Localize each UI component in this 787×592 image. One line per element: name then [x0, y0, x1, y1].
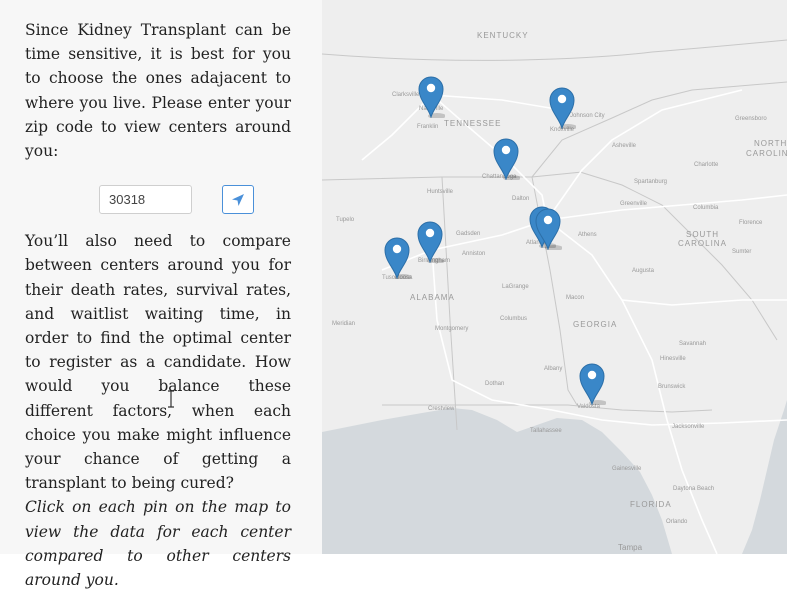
label-charlotte: Charlotte — [694, 162, 719, 168]
map-marker-icon — [535, 208, 562, 250]
info-sidebar: Since Kidney Transplant can be time sens… — [0, 0, 322, 589]
label-florida: FLORIDA — [630, 500, 672, 509]
label-franklin: Franklin — [417, 124, 438, 130]
label-south-carolina-1: SOUTH — [686, 230, 719, 239]
label-georgia: GEORGIA — [573, 320, 617, 329]
zip-search-row: 30318 — [25, 163, 291, 229]
label-athens: Athens — [578, 232, 597, 238]
label-sumter: Sumter — [732, 249, 751, 255]
label-gainesville: Gainesville — [612, 466, 642, 472]
locate-button[interactable] — [222, 185, 254, 215]
label-tallahassee: Tallahassee — [530, 428, 562, 434]
label-lagrange: LaGrange — [502, 284, 529, 290]
label-hinesville: Hinesville — [660, 356, 686, 362]
instruction-text: Click on each pin on the map to view the… — [25, 498, 291, 590]
label-dothan: Dothan — [485, 381, 504, 387]
label-daytona: Daytona Beach — [673, 486, 714, 492]
label-crestview: Crestview — [428, 406, 455, 412]
text-cursor-icon — [168, 390, 174, 408]
label-greensboro: Greensboro — [735, 116, 767, 122]
label-clarksville: Clarksville — [392, 92, 420, 98]
map-marker-icon — [549, 87, 576, 129]
label-kentucky: KENTUCKY — [477, 31, 529, 40]
comparison-text: You’ll also need to compare between cent… — [25, 232, 291, 493]
map-pin-tuscaloosa[interactable] — [383, 235, 411, 279]
label-gadsden: Gadsden — [456, 231, 480, 237]
map-view[interactable]: KENTUCKY TENNESSEE NORTH CAROLINA SOUTH … — [322, 0, 787, 554]
label-tennessee: TENNESSEE — [444, 119, 501, 128]
map-pin-nashville[interactable] — [417, 74, 445, 118]
label-macon: Macon — [566, 295, 584, 301]
map-pin-birmingham[interactable] — [416, 219, 444, 263]
label-tupelo: Tupelo — [336, 217, 355, 223]
label-greenville: Greenville — [620, 201, 648, 207]
map-pin-valdosta[interactable] — [578, 361, 606, 405]
map-pin-chattanooga[interactable] — [492, 136, 520, 180]
label-columbia: Columbia — [693, 205, 719, 211]
label-florence: Florence — [739, 220, 763, 226]
label-augusta: Augusta — [632, 268, 655, 274]
label-orlando: Orlando — [666, 519, 688, 525]
label-spartanburg: Spartanburg — [634, 179, 667, 185]
location-arrow-icon — [232, 193, 244, 206]
label-jacksonville: Jacksonville — [672, 424, 705, 430]
label-brunswick: Brunswick — [658, 384, 686, 390]
label-huntsville: Huntsville — [427, 189, 454, 195]
map-marker-icon — [493, 138, 520, 180]
map-marker-icon — [418, 76, 445, 118]
label-meridian: Meridian — [332, 321, 355, 327]
label-albany: Albany — [544, 366, 562, 372]
map-pin-knoxville[interactable] — [548, 85, 576, 129]
label-montgomery: Montgomery — [435, 326, 468, 332]
label-tampa: Tampa — [618, 543, 643, 552]
label-north-carolina-2: CAROLINA — [746, 149, 787, 158]
zip-code-input[interactable]: 30318 — [99, 185, 192, 215]
intro-text: Since Kidney Transplant can be time sens… — [25, 21, 291, 161]
map-marker-icon — [384, 237, 411, 279]
label-dalton: Dalton — [512, 196, 529, 202]
label-anniston: Anniston — [462, 251, 485, 257]
map-marker-icon — [579, 363, 606, 405]
label-columbus: Columbus — [500, 316, 527, 322]
label-south-carolina-2: CAROLINA — [678, 239, 727, 248]
label-alabama: ALABAMA — [410, 293, 455, 302]
label-savannah: Savannah — [679, 341, 706, 347]
map-marker-icon — [417, 221, 444, 263]
label-asheville: Asheville — [612, 143, 637, 149]
map-pin-atlanta-2[interactable] — [534, 206, 562, 250]
label-north-carolina-1: NORTH — [754, 139, 787, 148]
